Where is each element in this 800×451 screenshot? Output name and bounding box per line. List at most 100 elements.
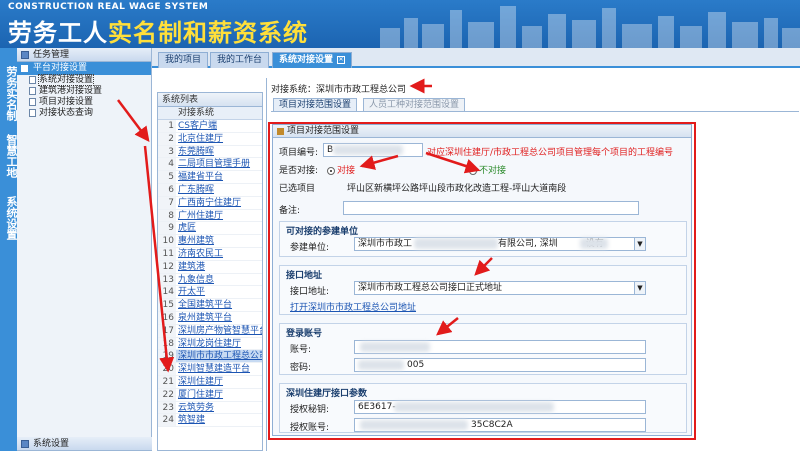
folder-icon (21, 51, 29, 59)
sidebar-section-platform[interactable]: 平台对接设置 (17, 62, 151, 75)
document-icon (29, 87, 36, 95)
logo-english: CONSTRUCTION REAL WAGE SYSTEM (8, 2, 209, 12)
system-name-link[interactable]: 虎匠 (176, 223, 196, 233)
row-number: 5 (158, 171, 176, 183)
list-item[interactable]: 5 福建省平台 (158, 171, 262, 184)
list-item[interactable]: 19 深圳市市政工程总公司 (158, 350, 262, 364)
sidebar-item-project-docking[interactable]: 项目对接设置 (17, 97, 151, 108)
list-item[interactable]: 24 筑智建 (158, 414, 262, 428)
system-name-link[interactable]: 福建省平台 (176, 172, 223, 182)
tab-system-docking[interactable]: 系统对接设置 ✕ (272, 52, 353, 68)
list-item[interactable]: 16 泉州建筑平台 (158, 311, 262, 325)
row-number: 4 (158, 158, 176, 171)
system-name-link[interactable]: 深圳市市政工程总公司 (176, 351, 262, 361)
tab-my-workbench[interactable]: 我的工作台 (210, 52, 270, 68)
row-number: 6 (158, 183, 176, 196)
list-item[interactable]: 17 深圳房产物管智慧平台 (158, 324, 262, 338)
system-name-link[interactable]: 广东腾晖 (176, 185, 214, 195)
logo-part-a: 劳务工人 (8, 19, 108, 47)
vtab-smart-site[interactable]: 智慧工地 (0, 134, 18, 178)
row-number: 16 (158, 311, 176, 324)
system-name-link[interactable]: 厦门住建厅 (176, 390, 223, 400)
document-icon (29, 109, 36, 117)
list-item[interactable]: 13 九象信息 (158, 273, 262, 287)
row-number: 18 (158, 337, 176, 350)
subtab-project-scope[interactable]: 项目对接范围设置 (273, 98, 358, 112)
sidebar-item-jianzhugang[interactable]: 建筑港对接设置 (17, 86, 151, 97)
close-icon[interactable]: ✕ (337, 55, 346, 64)
system-name-link[interactable]: 广州住建厅 (176, 211, 223, 221)
system-list-rows: 1 CS客户端 2 北京住建厅 3 东莞腾晖 4 二局项目管理手册 5 福建省平台 6 广东腾晖 7 广西… (158, 120, 262, 428)
system-name-link[interactable]: 二局项目管理手册 (176, 159, 250, 169)
system-name-link[interactable]: 建筑港 (176, 262, 205, 272)
row-number: 15 (158, 299, 176, 311)
list-item[interactable]: 10 惠州建筑 (158, 235, 262, 248)
module-strip: 劳务实名制 智慧工地 系统设置 (0, 48, 18, 451)
sidebar-section-tasks[interactable]: 任务管理 (17, 48, 151, 62)
system-name-link[interactable]: 东莞腾晖 (176, 147, 214, 157)
row-number: 12 (158, 260, 176, 273)
list-item[interactable]: 14 开太平 (158, 286, 262, 300)
row-number: 14 (158, 286, 176, 299)
logo-chinese: 劳务工人实名制和薪资系统 (8, 13, 308, 48)
vtab-system-settings[interactable]: 系统设置 (0, 196, 18, 240)
list-item[interactable]: 15 全国建筑平台 (158, 299, 262, 312)
sidebar: 任务管理 平台对接设置 系统对接设置 建筑港对接设置 项目对接设置 对接状态查询… (17, 48, 152, 451)
system-name-link[interactable]: 九象信息 (176, 275, 214, 285)
system-name-link[interactable]: 广西南宁住建厅 (176, 198, 241, 208)
row-number: 3 (158, 145, 176, 158)
folder-icon (21, 65, 28, 72)
row-number: 17 (158, 324, 176, 337)
sidebar-item-system-docking[interactable]: 系统对接设置 (17, 74, 151, 86)
system-name-link[interactable]: 北京住建厅 (176, 134, 223, 144)
sidebar-item-status-query[interactable]: 对接状态查询 (17, 108, 151, 119)
row-number: 13 (158, 273, 176, 286)
list-item[interactable]: 23 云筑劳务 (158, 401, 262, 415)
list-item[interactable]: 1 CS客户端 (158, 120, 262, 133)
app-header: CONSTRUCTION REAL WAGE SYSTEM 劳务工人实名制和薪资… (0, 0, 800, 48)
system-name-link[interactable]: CS客户端 (176, 121, 217, 131)
system-name-link[interactable]: 开太平 (176, 287, 205, 297)
system-name-link[interactable]: 深圳智慧建造平台 (176, 364, 250, 374)
system-name-link[interactable]: 全国建筑平台 (176, 300, 232, 310)
row-number: 10 (158, 235, 176, 247)
list-item[interactable]: 8 广州住建厅 (158, 209, 262, 223)
list-item[interactable]: 22 厦门住建厅 (158, 388, 262, 402)
system-list-panel: 系统列表 对接系统 1 CS客户端 2 北京住建厅 3 东莞腾晖 4 二局项目管理手册 5 福建省… (157, 92, 263, 451)
system-name-link[interactable]: 云筑劳务 (176, 403, 214, 413)
system-name-link[interactable]: 泉州建筑平台 (176, 313, 232, 323)
list-item[interactable]: 9 虎匠 (158, 222, 262, 236)
document-icon (29, 76, 36, 84)
row-number: 22 (158, 388, 176, 401)
list-item[interactable]: 21 深圳住建厅 (158, 375, 262, 389)
list-item[interactable]: 20 深圳智慧建造平台 (158, 363, 262, 376)
tab-my-projects[interactable]: 我的项目 (158, 52, 209, 68)
list-item[interactable]: 6 广东腾晖 (158, 183, 262, 197)
system-name-link[interactable]: 惠州建筑 (176, 236, 214, 246)
row-number: 20 (158, 363, 176, 375)
list-item[interactable]: 11 济南农民工 (158, 247, 262, 261)
list-item[interactable]: 4 二局项目管理手册 (158, 158, 262, 172)
system-name-link[interactable]: 深圳房产物管智慧平台 (176, 326, 262, 336)
list-item[interactable]: 2 北京住建厅 (158, 132, 262, 146)
system-name-link[interactable]: 筑智建 (176, 415, 205, 425)
vtab-realname[interactable]: 劳务实名制 (0, 66, 18, 121)
row-number: 8 (158, 209, 176, 222)
row-number: 7 (158, 196, 176, 209)
row-number: 1 (158, 120, 176, 132)
list-item[interactable]: 3 东莞腾晖 (158, 145, 262, 159)
list-item[interactable]: 12 建筑港 (158, 260, 262, 274)
folder-icon (21, 440, 29, 448)
row-number: 2 (158, 132, 176, 145)
subtab-worker-scope[interactable]: 人员工种对接范围设置 (363, 98, 466, 112)
list-item[interactable]: 7 广西南宁住建厅 (158, 196, 262, 210)
subtab-bar: 项目对接范围设置 人员工种对接范围设置 (271, 98, 799, 112)
system-name-link[interactable]: 济南农民工 (176, 249, 223, 259)
system-name-link[interactable]: 深圳住建厅 (176, 377, 223, 387)
sidebar-section-system[interactable]: 系统设置 (17, 437, 152, 451)
list-item[interactable]: 18 深圳龙岗住建厅 (158, 337, 262, 351)
docking-system-label: 对接系统：深圳市市政工程总公司 (271, 85, 407, 95)
row-number: 24 (158, 414, 176, 427)
row-number: 9 (158, 222, 176, 235)
system-name-link[interactable]: 深圳龙岗住建厅 (176, 339, 241, 349)
